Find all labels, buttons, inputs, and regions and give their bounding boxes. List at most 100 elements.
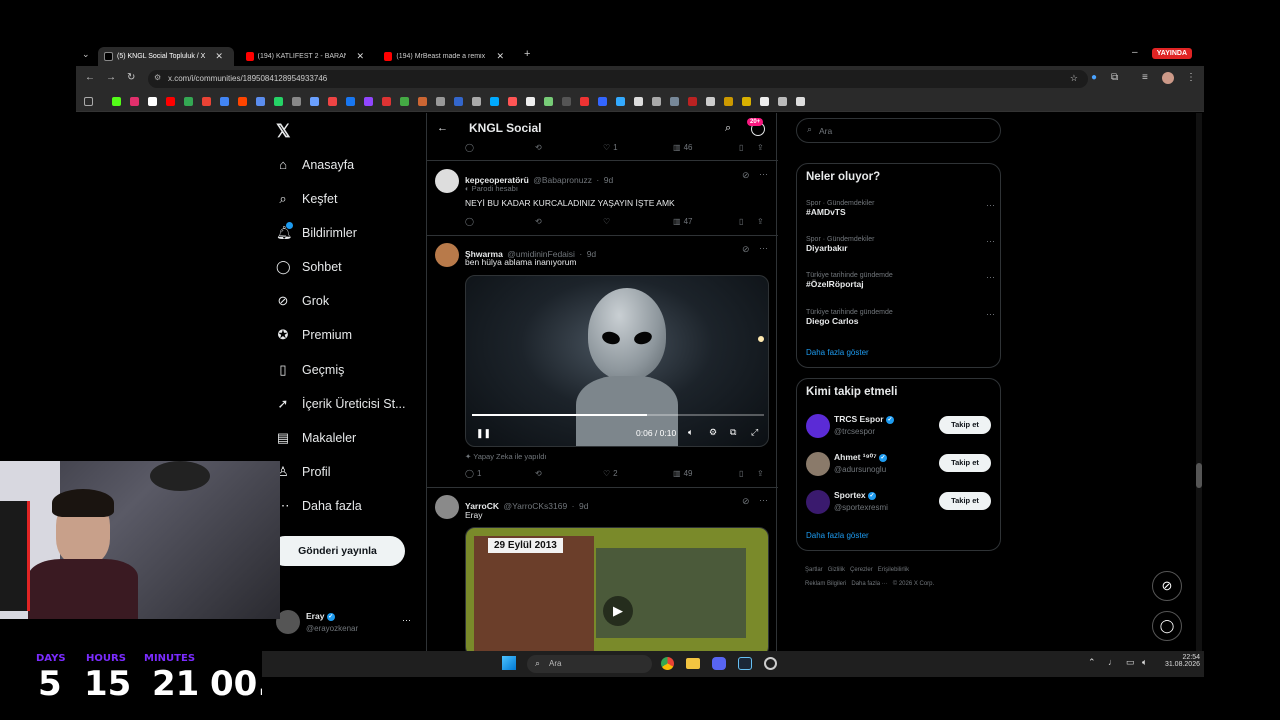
bookmark-icon[interactable]: [436, 97, 445, 106]
extension-icon[interactable]: ●: [1091, 72, 1097, 83]
trend-more-icon[interactable]: ⋯: [986, 272, 995, 283]
more-icon[interactable]: ⋯: [759, 243, 768, 254]
nav-bookmarks[interactable]: ▯ Geçmiş: [276, 363, 344, 378]
bookmark-icon[interactable]: [490, 97, 499, 106]
video-player[interactable]: ❚❚ 0:06 / 0:10 🔈︎ ⚙ ⧉ ⤢: [465, 275, 769, 447]
nav-home[interactable]: ⌂ Anasayfa: [276, 158, 354, 173]
avatar[interactable]: [435, 495, 459, 519]
bookmark-icon[interactable]: [580, 97, 589, 106]
extensions-puzzle-icon[interactable]: ⧉: [1111, 72, 1118, 83]
bookmark-button[interactable]: ▯: [739, 217, 743, 226]
pause-icon[interactable]: ❚❚: [476, 428, 491, 439]
tab-katlifest[interactable]: (194) KATLIFEST 2 - BARAN X K ✕: [240, 47, 370, 66]
views-button[interactable]: ▥ 49: [673, 469, 692, 478]
bookmark-icon[interactable]: [688, 97, 697, 106]
media-icon[interactable]: ≡: [1142, 72, 1148, 83]
profile-avatar-icon[interactable]: [1162, 72, 1174, 84]
grok-icon[interactable]: ⊘: [742, 170, 750, 181]
apps-grid-icon[interactable]: [84, 97, 93, 106]
reply-button[interactable]: ◯: [465, 143, 474, 152]
settings-gear-icon[interactable]: ⚙: [709, 427, 717, 438]
bookmark-instagram-icon[interactable]: [130, 97, 139, 106]
share-button[interactable]: ⇪: [757, 217, 764, 226]
site-info-icon[interactable]: ⚙: [154, 73, 161, 82]
network-icon[interactable]: ▭: [1126, 657, 1135, 668]
post-button[interactable]: Gönderi yayınla: [270, 536, 405, 566]
video-progress-track[interactable]: [472, 414, 764, 416]
search-icon[interactable]: ⌕: [725, 122, 731, 135]
grok-icon[interactable]: ⊘: [742, 244, 750, 255]
tab-close-icon[interactable]: ✕: [496, 51, 504, 62]
menu-kebab-icon[interactable]: ⋮: [1186, 72, 1196, 83]
follow-button[interactable]: Takip et: [939, 454, 991, 472]
nav-premium[interactable]: ✪ Premium: [276, 328, 352, 343]
trend-more-icon[interactable]: ⋯: [986, 200, 995, 211]
bookmark-icon[interactable]: [382, 97, 391, 106]
scrollbar[interactable]: [1196, 113, 1202, 651]
discord-icon[interactable]: [712, 657, 726, 670]
bookmark-kick-icon[interactable]: [112, 97, 121, 106]
trend-more-icon[interactable]: ⋯: [986, 236, 995, 247]
steam-icon[interactable]: [738, 657, 752, 670]
trend-item[interactable]: Türkiye tarihinde gündemde #ÖzelRöportaj…: [806, 272, 995, 289]
follow-button[interactable]: Takip et: [939, 492, 991, 510]
bookmark-icon[interactable]: [670, 97, 679, 106]
bookmark-icon[interactable]: [652, 97, 661, 106]
footer-link[interactable]: Şartlar: [805, 567, 823, 573]
bookmark-icon[interactable]: [544, 97, 553, 106]
windows-start-icon[interactable]: [502, 656, 516, 670]
search-input[interactable]: ⌕ Ara: [796, 118, 1001, 143]
repost-button[interactable]: ⟲: [535, 469, 542, 478]
bookmark-icon[interactable]: [472, 97, 481, 106]
tab-kngl-social[interactable]: (5) KNGL Social Topluluk / X ✕: [98, 47, 234, 66]
share-button[interactable]: ⇪: [757, 469, 764, 478]
avatar[interactable]: [435, 169, 459, 193]
suggested-user-name[interactable]: Ahmet ¹⁹⁰⁷ ✓: [834, 452, 887, 463]
tab-close-icon[interactable]: ✕: [215, 51, 223, 62]
bookmark-star-icon[interactable]: ☆: [1070, 73, 1078, 84]
taskbar-clock[interactable]: 22:54 31.08.2026: [1160, 654, 1200, 668]
bookmark-icon[interactable]: [292, 97, 301, 106]
bookmark-twitch-icon[interactable]: [364, 97, 373, 106]
nav-explore[interactable]: ⌕ Keşfet: [276, 192, 337, 207]
bookmark-icon[interactable]: [562, 97, 571, 106]
scrollbar-thumb[interactable]: [1196, 463, 1202, 488]
trend-item[interactable]: Spor · Gündemdekiler #AMDvTS ⋯: [806, 200, 995, 217]
bookmark-icon[interactable]: [400, 97, 409, 106]
back-arrow-icon[interactable]: ←: [437, 122, 448, 134]
footer-link[interactable]: Erişilebilirlik: [878, 567, 909, 573]
x-logo-icon[interactable]: 𝕏: [276, 121, 291, 142]
bookmark-whatsapp-icon[interactable]: [274, 97, 283, 106]
like-button[interactable]: ♡ 1: [603, 143, 618, 152]
more-icon[interactable]: ⋯: [759, 495, 768, 506]
back-arrow-icon[interactable]: ←: [85, 72, 95, 83]
taskbar-search-input[interactable]: ⌕ Ara: [527, 655, 652, 673]
grok-icon[interactable]: ⊘: [742, 496, 750, 507]
suggested-user-name[interactable]: TRCS Espor ✓: [834, 414, 894, 424]
bookmark-x-icon[interactable]: [148, 97, 157, 106]
nav-grok[interactable]: ⊘ Grok: [276, 294, 330, 309]
nav-notifications[interactable]: 🔔︎ Bildirimler: [276, 222, 357, 240]
repost-button[interactable]: ⟲: [535, 217, 542, 226]
bookmark-youtube-icon[interactable]: [166, 97, 175, 106]
picture-in-picture-icon[interactable]: ⧉: [730, 427, 736, 438]
footer-link[interactable]: Daha fazla ···: [851, 581, 887, 587]
bookmark-icon[interactable]: [508, 97, 517, 106]
tab-mrbeast[interactable]: (194) MrBeast made a remix of ✕: [378, 47, 510, 66]
bookmark-google-icon[interactable]: [184, 97, 193, 106]
bookmark-icon[interactable]: [706, 97, 715, 106]
trend-item[interactable]: Spor · Gündemdekiler Diyarbakır ⋯: [806, 236, 995, 253]
nav-chat[interactable]: ◯ Sohbet: [276, 260, 342, 275]
bookmark-icon[interactable]: [742, 97, 751, 106]
bookmark-icon[interactable]: [724, 97, 733, 106]
chrome-taskbar-icon[interactable]: [661, 657, 674, 670]
trend-more-icon[interactable]: ⋯: [986, 309, 995, 320]
new-tab-plus-icon[interactable]: +: [524, 48, 530, 60]
bookmark-icon[interactable]: [328, 97, 337, 106]
bookmark-icon[interactable]: [238, 97, 247, 106]
bookmark-icon[interactable]: [634, 97, 643, 106]
bookmark-icon[interactable]: [418, 97, 427, 106]
tab-list-chevron-icon[interactable]: ⌄: [82, 49, 90, 60]
trends-show-more-link[interactable]: Daha fazla göster: [806, 348, 869, 357]
bookmark-icon[interactable]: [310, 97, 319, 106]
